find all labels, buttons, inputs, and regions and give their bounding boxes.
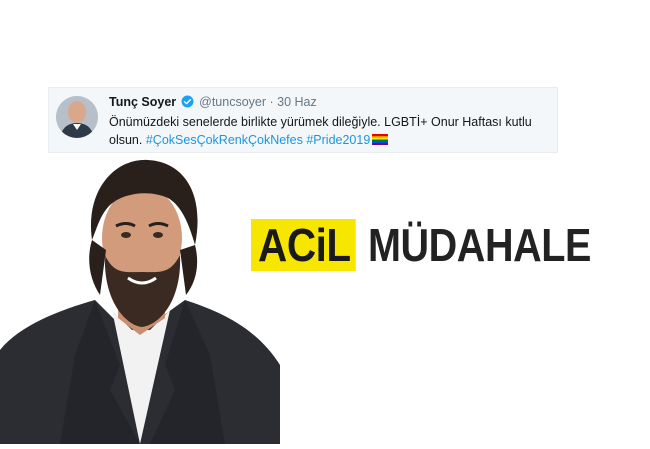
tweet-author-name[interactable]: Tunç Soyer <box>109 95 176 109</box>
tweet-separator: · <box>266 95 278 109</box>
headline: ACiL MÜDAHALE <box>251 219 628 271</box>
headline-text: MÜDAHALE <box>368 219 592 271</box>
hashtag-link[interactable]: #Pride2019 <box>306 133 370 147</box>
headline-highlight: ACiL <box>251 219 357 271</box>
portrait-photo <box>0 150 280 444</box>
tweet-handle[interactable]: @tuncsoyer <box>199 95 266 109</box>
embedded-tweet: Tunç Soyer @tuncsoyer · 30 Haz Önümüzdek… <box>48 87 558 153</box>
hashtag-link[interactable]: #ÇokSesÇokRenkÇokNefes <box>146 133 303 147</box>
tweet-header: Tunç Soyer @tuncsoyer · 30 Haz <box>109 95 317 111</box>
tweet-date[interactable]: 30 Haz <box>277 95 317 109</box>
tweet-text: Önümüzdeki senelerde birlikte yürümek di… <box>109 113 549 149</box>
avatar[interactable] <box>56 96 98 138</box>
rainbow-flag-icon <box>372 134 389 145</box>
verified-badge-icon <box>181 95 194 111</box>
